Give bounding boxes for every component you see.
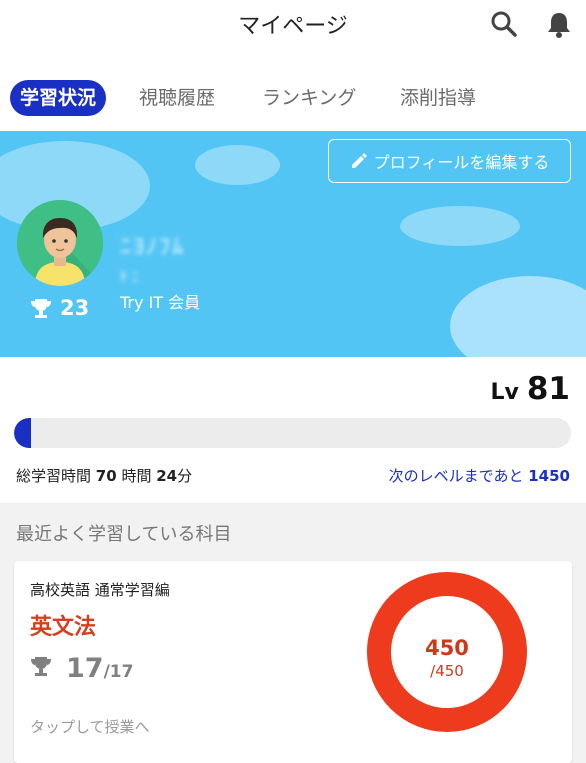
avatar[interactable]	[17, 200, 103, 286]
donut-total: /450	[430, 662, 464, 680]
trophy-icon	[31, 657, 51, 676]
trophies-earned: 17	[66, 653, 104, 684]
next-level-info: 次のレベルまであと 1450	[389, 465, 570, 486]
tab-bar: 学習状況 視聴履歴 ランキング 添削指導	[0, 78, 586, 118]
section-title: 最近よく学習している科目	[16, 524, 232, 545]
tab-correction[interactable]: 添削指導	[400, 78, 476, 118]
course-name: 高校英語 通常学習編	[30, 581, 170, 599]
level-display: Lv 81	[491, 371, 571, 407]
total-study-time: 総学習時間 70 時間 24分	[16, 465, 192, 486]
edit-profile-button[interactable]: プロフィールを編集する	[328, 139, 571, 183]
hours-unit: 時間	[121, 467, 152, 485]
subject-card[interactable]: 高校英語 通常学習編 英文法 17/17 タップして授業へ 450 /450	[14, 561, 572, 763]
level-progress-bar	[14, 418, 571, 448]
minutes-unit: 分	[177, 467, 193, 485]
profile-banner: プロフィールを編集する 23 ﾆﾖﾉﾌﾑ ﾁ ﾆ Try IT 会員	[0, 131, 586, 357]
level-prefix: Lv	[490, 380, 519, 405]
cloud-decoration	[400, 206, 520, 246]
level-value: 81	[526, 371, 570, 407]
cloud-decoration	[450, 276, 586, 357]
study-time-label: 総学習時間	[16, 467, 92, 485]
user-avatar-icon	[17, 200, 103, 286]
tab-study-status[interactable]: 学習状況	[10, 80, 107, 116]
tab-ranking[interactable]: ランキング	[262, 78, 356, 118]
notification-button[interactable]	[543, 8, 575, 40]
progress-donut: 450 /450	[367, 572, 527, 732]
search-button[interactable]	[488, 8, 520, 40]
user-id: ﾁ ﾆ	[120, 270, 139, 286]
edit-profile-label: プロフィールを編集する	[373, 153, 550, 172]
user-name: ﾆﾖﾉﾌﾑ	[120, 235, 186, 260]
bell-icon	[548, 13, 570, 38]
study-minutes: 24	[156, 467, 178, 485]
study-hours: 70	[95, 467, 117, 485]
trophies-total: /17	[103, 662, 134, 682]
tab-watch-history[interactable]: 視聴履歴	[139, 78, 215, 118]
header-bar: マイページ	[0, 0, 586, 52]
trophy-icon	[31, 299, 51, 318]
recent-subjects-section: 最近よく学習している科目 高校英語 通常学習編 英文法 17/17 タップして授…	[0, 503, 586, 763]
level-progress-fill	[14, 418, 31, 448]
tap-hint: タップして授業へ	[30, 718, 150, 736]
trophy-count-value: 23	[60, 296, 90, 320]
search-icon	[491, 11, 517, 37]
trophy-count: 23	[30, 296, 89, 320]
cloud-decoration	[195, 145, 280, 185]
next-level-points: 1450	[528, 467, 570, 485]
membership-label: Try IT 会員	[120, 293, 201, 312]
next-level-label: 次のレベルまであと	[388, 467, 524, 485]
subject-name: 英文法	[30, 615, 97, 640]
pencil-icon	[351, 153, 367, 168]
subject-trophies: 17/17	[30, 653, 133, 684]
donut-value: 450	[425, 636, 469, 660]
